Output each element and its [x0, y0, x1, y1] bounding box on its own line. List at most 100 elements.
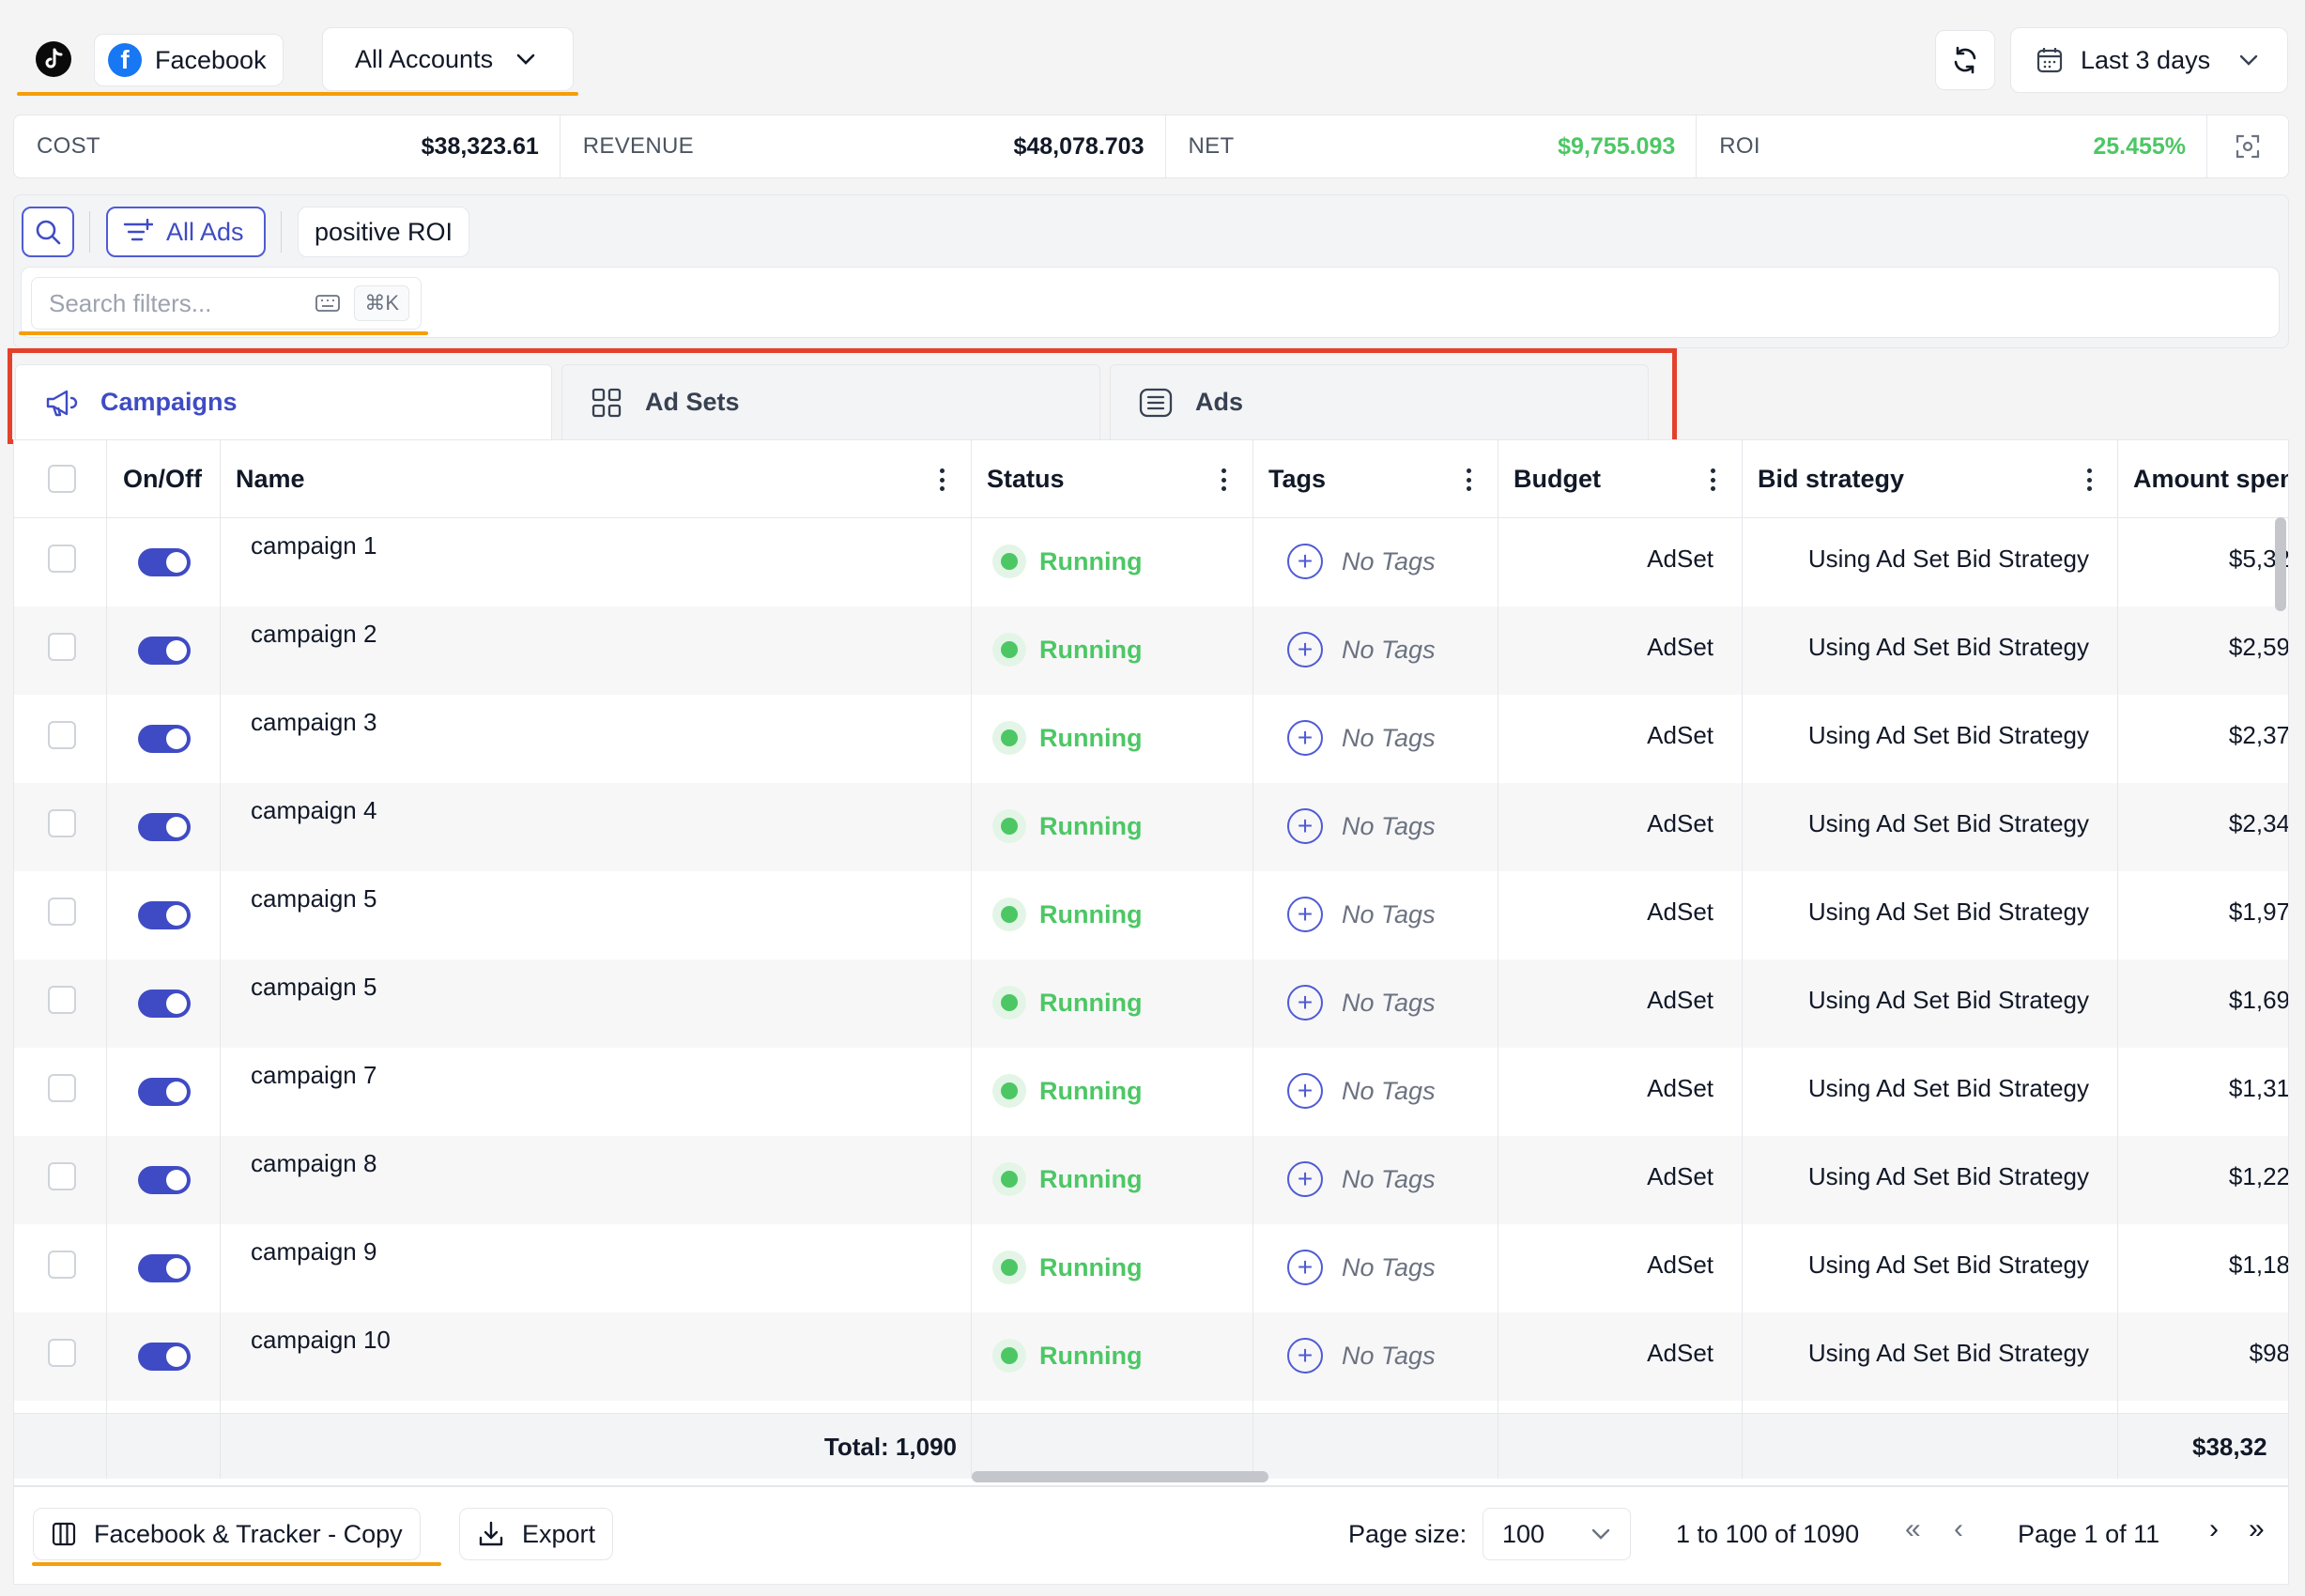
on-off-toggle[interactable] — [138, 548, 191, 576]
focus-mode-button[interactable] — [2207, 115, 2288, 177]
on-off-toggle[interactable] — [138, 1343, 191, 1371]
header-amount-spent[interactable]: Amount spen — [2133, 440, 2288, 518]
add-tag-icon[interactable]: + — [1287, 1250, 1323, 1285]
first-page-icon[interactable]: « — [1905, 1513, 1921, 1545]
metric-roi-label: ROI — [1719, 133, 1760, 159]
row-checkbox[interactable] — [48, 721, 76, 749]
on-off-toggle[interactable] — [138, 813, 191, 841]
last-page-icon[interactable]: » — [2249, 1513, 2265, 1545]
row-checkbox[interactable] — [48, 633, 76, 661]
column-view-button[interactable]: Facebook & Tracker - Copy — [33, 1508, 421, 1560]
horizontal-scrollbar[interactable] — [972, 1471, 1268, 1482]
amount-spent-cell: $1,18 — [2228, 1251, 2289, 1279]
add-tag-icon[interactable]: + — [1287, 808, 1323, 844]
bid-strategy-cell: Using Ad Set Bid Strategy — [1807, 545, 2089, 573]
add-tag-icon[interactable]: + — [1287, 985, 1323, 1021]
table-row[interactable]: campaign 2 Running + No Tags AdSet Using Ad S… — [14, 606, 2288, 695]
accounts-dropdown[interactable]: All Accounts — [322, 27, 574, 91]
add-tag-icon[interactable]: + — [1287, 1338, 1323, 1373]
row-checkbox[interactable] — [48, 545, 76, 573]
tags-label: No Tags — [1342, 811, 1436, 840]
campaign-name[interactable]: campaign 5 — [251, 973, 376, 1002]
add-tag-icon[interactable]: + — [1287, 544, 1323, 579]
header-onoff[interactable]: On/Off — [123, 440, 202, 518]
date-range-picker[interactable]: Last 3 days — [2010, 27, 2288, 93]
on-off-toggle[interactable] — [138, 990, 191, 1018]
chevron-down-icon — [1591, 1528, 1610, 1540]
campaign-name[interactable]: campaign 8 — [251, 1149, 376, 1178]
header-tags[interactable]: Tags — [1268, 440, 1326, 518]
add-tag-icon[interactable]: + — [1287, 1161, 1323, 1197]
header-bid-strategy[interactable]: Bid strategy — [1758, 440, 1904, 518]
campaign-name[interactable]: campaign 5 — [251, 884, 376, 913]
export-button[interactable]: Export — [459, 1508, 614, 1560]
on-off-toggle[interactable] — [138, 901, 191, 929]
column-menu-icon[interactable] — [1466, 468, 1471, 491]
status-label: Running — [1039, 635, 1143, 664]
on-off-toggle[interactable] — [138, 725, 191, 753]
column-menu-icon[interactable] — [2086, 468, 2092, 491]
campaign-name[interactable]: campaign 1 — [251, 531, 376, 560]
table-row[interactable]: campaign 4 Running + No Tags AdSet Using Ad S… — [14, 783, 2288, 871]
filter-search-input[interactable]: Search filters... ⌘K — [31, 277, 422, 330]
campaigns-table: On/Off Name Status Tags Budget Bid strat… — [13, 439, 2289, 1486]
next-page-icon[interactable]: › — [2209, 1513, 2219, 1545]
campaign-name[interactable]: campaign 7 — [251, 1061, 376, 1090]
column-menu-icon[interactable] — [939, 468, 945, 491]
header-status[interactable]: Status — [987, 440, 1065, 518]
column-divider — [1742, 440, 1743, 1479]
row-checkbox[interactable] — [48, 1251, 76, 1279]
add-tag-icon[interactable]: + — [1287, 1073, 1323, 1109]
row-checkbox[interactable] — [48, 809, 76, 837]
campaign-name[interactable]: campaign 4 — [251, 796, 376, 825]
add-tag-icon[interactable]: + — [1287, 720, 1323, 756]
table-row[interactable]: campaign 7 Running + No Tags AdSet Using Ad S… — [14, 1048, 2289, 1136]
add-tag-icon[interactable]: + — [1287, 897, 1323, 932]
bid-strategy-cell: Using Ad Set Bid Strategy — [1807, 898, 2089, 926]
on-off-toggle[interactable] — [138, 637, 191, 665]
campaign-name[interactable]: campaign 9 — [251, 1237, 376, 1266]
on-off-toggle[interactable] — [138, 1254, 191, 1282]
campaign-name[interactable]: campaign 10 — [251, 1326, 391, 1355]
table-row[interactable]: campaign 1 Running + No Tags AdSet Using Ad S… — [14, 518, 2288, 606]
facebook-platform-button[interactable]: f Facebook — [94, 34, 284, 86]
row-checkbox[interactable] — [48, 1074, 76, 1102]
tags-cell: + No Tags — [1287, 632, 1436, 668]
previous-page-icon[interactable]: ‹ — [1954, 1513, 1963, 1545]
header-budget[interactable]: Budget — [1514, 440, 1601, 518]
select-all-checkbox[interactable] — [48, 465, 76, 493]
filter-chip-label: positive ROI — [315, 217, 453, 246]
status-badge: Running — [992, 1074, 1142, 1108]
row-checkbox[interactable] — [48, 986, 76, 1014]
campaign-name[interactable]: campaign 2 — [251, 620, 376, 649]
table-row[interactable]: campaign 5 Running + No Tags AdSet Using Ad S… — [14, 871, 2288, 959]
amount-spent-cell: $1,31 — [2228, 1074, 2289, 1102]
tags-cell: + No Tags — [1287, 1073, 1436, 1109]
vertical-scrollbar[interactable] — [2275, 517, 2286, 611]
on-off-toggle[interactable] — [138, 1166, 191, 1194]
add-tag-icon[interactable]: + — [1287, 632, 1323, 668]
column-menu-icon[interactable] — [1710, 468, 1715, 491]
amount-spent-cell: $1,22 — [2228, 1162, 2289, 1190]
table-row[interactable]: campaign 8 Running + No Tags AdSet Using Ad S… — [14, 1136, 2289, 1224]
page-size-select[interactable]: 100 — [1483, 1508, 1631, 1560]
status-label: Running — [1039, 1341, 1143, 1370]
row-checkbox[interactable] — [48, 1339, 76, 1367]
filter-chip-positive-roi[interactable]: positive ROI — [298, 207, 470, 257]
accounts-underline — [17, 92, 578, 96]
row-checkbox[interactable] — [48, 898, 76, 926]
table-row[interactable]: campaign 9 Running + No Tags AdSet Using Ad S… — [14, 1224, 2289, 1312]
tiktok-icon[interactable] — [36, 41, 71, 77]
table-row[interactable]: campaign 5 Running + No Tags AdSet Using Ad S… — [14, 959, 2288, 1048]
row-checkbox[interactable] — [48, 1162, 76, 1190]
search-toggle-button[interactable] — [22, 207, 74, 257]
tags-cell: + No Tags — [1287, 985, 1436, 1021]
refresh-button[interactable] — [1935, 30, 1995, 90]
all-ads-filter-button[interactable]: All Ads — [106, 207, 266, 257]
column-menu-icon[interactable] — [1221, 468, 1226, 491]
table-row[interactable]: campaign 10 Running + No Tags AdSet Using Ad … — [14, 1312, 2288, 1401]
header-name[interactable]: Name — [236, 440, 305, 518]
campaign-name[interactable]: campaign 3 — [251, 708, 376, 737]
table-row[interactable]: campaign 3 Running + No Tags AdSet Using Ad S… — [14, 695, 2288, 783]
on-off-toggle[interactable] — [138, 1078, 191, 1106]
